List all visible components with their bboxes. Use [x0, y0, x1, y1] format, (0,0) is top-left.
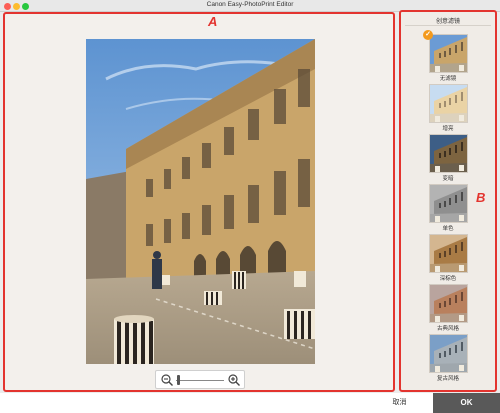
- callout-label-b: B: [476, 190, 486, 205]
- window-title: Canon Easy-PhotoPrint Editor: [206, 1, 294, 8]
- filter-item-retro[interactable]: 复古风格: [401, 334, 495, 384]
- cancel-button[interactable]: 取消: [366, 393, 433, 413]
- building-photo-image: [86, 39, 315, 364]
- filter-item-brighten[interactable]: 增亮: [401, 84, 495, 134]
- zoom-slider-track[interactable]: [176, 380, 224, 381]
- filter-label: 单色: [442, 226, 454, 232]
- zoom-out-icon[interactable]: [160, 373, 174, 387]
- preview-photo: [86, 39, 315, 364]
- zoom-in-icon[interactable]: [227, 373, 241, 387]
- filter-item-sepia[interactable]: 深棕色: [401, 234, 495, 284]
- filter-label: 无滤镜: [439, 76, 457, 82]
- filter-label: 深棕色: [439, 276, 457, 282]
- selected-check-icon: ✓: [423, 30, 433, 40]
- filter-thumbnail[interactable]: [429, 284, 468, 323]
- filter-thumbnail[interactable]: [429, 184, 468, 223]
- ok-button[interactable]: OK: [433, 393, 500, 413]
- filter-item-vintage[interactable]: 古典风格: [401, 284, 495, 334]
- filter-item-darken[interactable]: 变暗: [401, 134, 495, 184]
- filter-label: 复古风格: [436, 376, 459, 382]
- filter-thumbnail[interactable]: [429, 84, 468, 123]
- filter-thumbnail[interactable]: [429, 34, 468, 73]
- filter-item-original[interactable]: ✓ 无滤镜: [401, 30, 495, 84]
- zoom-slider-thumb[interactable]: [177, 375, 181, 385]
- filter-label: 增亮: [442, 126, 454, 132]
- filter-thumbnail[interactable]: [429, 134, 468, 173]
- filter-thumbnail[interactable]: [429, 234, 468, 273]
- divider: [405, 25, 491, 26]
- filter-label: 变暗: [442, 176, 454, 182]
- filter-thumbnail[interactable]: [429, 334, 468, 373]
- zoom-control: [155, 370, 245, 389]
- filter-panel-title: 创意滤镜: [435, 19, 460, 25]
- callout-label-a: A: [208, 14, 218, 29]
- footer-bar: 取消 OK: [0, 393, 500, 413]
- filter-label: 古典风格: [436, 326, 459, 332]
